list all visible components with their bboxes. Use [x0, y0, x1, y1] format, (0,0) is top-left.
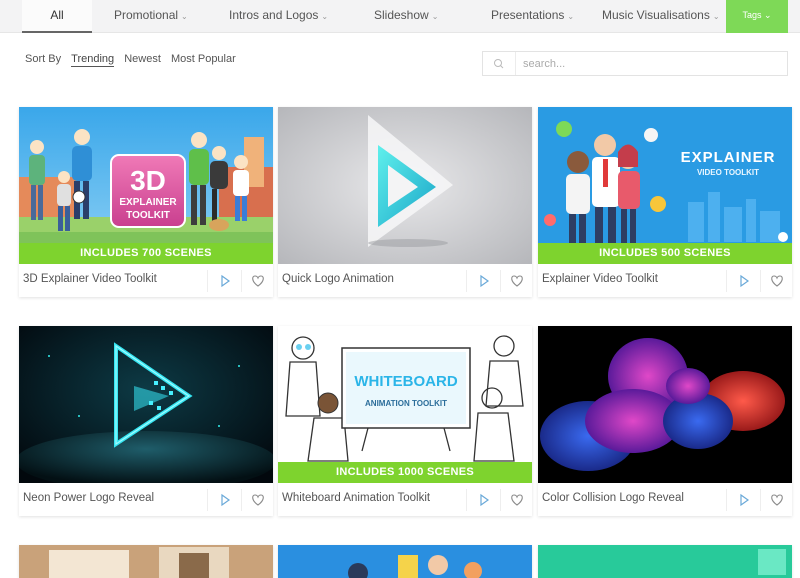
card-thumbnail[interactable]: 3D EXPLAINER TOOLKIT INCLUDES 700 SCENES [19, 107, 273, 264]
scene-count-banner: INCLUDES 700 SCENES [19, 243, 273, 264]
chevron-down-icon: ⌄ [712, 12, 720, 21]
product-card[interactable] [278, 545, 532, 578]
search-input[interactable] [523, 55, 778, 72]
play-icon[interactable] [207, 270, 241, 292]
play-icon[interactable] [207, 489, 241, 511]
sort-option-newest[interactable]: Newest [124, 53, 161, 65]
product-card[interactable]: Color Collision Logo Reveal [538, 326, 792, 516]
sort-by-label: Sort By [25, 53, 62, 65]
heart-icon[interactable] [241, 270, 273, 292]
nav-tab-slideshow[interactable]: Slideshow ⌄ [374, 0, 438, 33]
nav-tab-label: Promotional [114, 8, 179, 22]
nav-tab-label: Slideshow [374, 8, 429, 22]
product-card[interactable]: EXPLAINER VIDEO TOOLKIT INCLUDES 500 SCE… [538, 107, 792, 297]
chevron-down-icon: ⌄ [321, 12, 329, 21]
card-title[interactable]: Whiteboard Animation Toolkit [282, 492, 430, 504]
card-footer: Color Collision Logo Reveal [538, 483, 792, 516]
card-thumbnail[interactable] [278, 107, 532, 264]
nav-tab-promotional[interactable]: Promotional ⌄ [114, 0, 188, 33]
nav-tab-intros-and-logos[interactable]: Intros and Logos ⌄ [229, 0, 328, 33]
scene-count-banner: INCLUDES 500 SCENES [538, 243, 792, 264]
chevron-down-icon: ⌄ [181, 12, 188, 21]
card-footer: Neon Power Logo Reveal [19, 483, 273, 516]
product-card[interactable]: Neon Power Logo Reveal [19, 326, 273, 516]
thumb-title-video-toolkit: VIDEO TOOLKIT [697, 168, 759, 177]
thumb-title-explainer: EXPLAINER [119, 197, 177, 208]
product-card[interactable] [538, 545, 792, 578]
nav-tab-label: Presentations [491, 8, 565, 22]
category-nav: All Promotional ⌄ Intros and Logos ⌄ Slide… [0, 0, 800, 33]
card-thumbnail[interactable] [19, 545, 273, 578]
card-thumbnail[interactable] [538, 326, 792, 483]
scene-count-banner: INCLUDES 1000 SCENES [278, 462, 532, 483]
card-footer: Whiteboard Animation Toolkit [278, 483, 532, 516]
card-title[interactable]: Explainer Video Toolkit [542, 273, 658, 285]
nav-tab-all[interactable]: All [22, 0, 92, 33]
thumb-title-explainer: EXPLAINER [681, 149, 776, 166]
card-thumbnail[interactable]: EXPLAINER VIDEO TOOLKIT INCLUDES 500 SCE… [538, 107, 792, 264]
nav-tab-presentations[interactable]: Presentations ⌄ [491, 0, 574, 33]
nav-tab-label: Intros and Logos [229, 8, 319, 22]
heart-icon[interactable] [241, 489, 273, 511]
card-title[interactable]: Neon Power Logo Reveal [23, 492, 154, 504]
thumb-title-toolkit: TOOLKIT [126, 210, 170, 221]
search-box [482, 51, 788, 76]
card-thumbnail[interactable] [538, 545, 792, 578]
sort-option-most-popular[interactable]: Most Popular [171, 53, 236, 65]
sort-option-trending[interactable]: Trending [71, 53, 115, 67]
card-title[interactable]: Quick Logo Animation [282, 273, 394, 285]
heart-icon[interactable] [500, 489, 532, 511]
chevron-down-icon: ⌄ [763, 10, 772, 20]
chevron-down-icon: ⌄ [431, 12, 439, 21]
card-footer: Explainer Video Toolkit [538, 264, 792, 297]
card-thumbnail[interactable]: WHITEBOARD ANIMATION TOOLKIT INCLUDES 10… [278, 326, 532, 483]
play-icon[interactable] [726, 489, 760, 511]
heart-icon[interactable] [760, 489, 792, 511]
product-card[interactable]: WHITEBOARD ANIMATION TOOLKIT INCLUDES 10… [278, 326, 532, 516]
product-card[interactable]: Quick Logo Animation [278, 107, 532, 297]
card-thumbnail[interactable] [19, 326, 273, 483]
thumb-title-whiteboard: WHITEBOARD [354, 373, 457, 390]
play-icon[interactable] [466, 489, 500, 511]
thumb-title-3d: 3D [130, 165, 166, 196]
thumb-title-animation-toolkit: ANIMATION TOOLKIT [365, 399, 447, 408]
heart-icon[interactable] [760, 270, 792, 292]
product-card[interactable]: 3D EXPLAINER TOOLKIT INCLUDES 700 SCENES… [19, 107, 273, 297]
card-footer: 3D Explainer Video Toolkit [19, 264, 273, 297]
card-footer: Quick Logo Animation [278, 264, 532, 297]
card-thumbnail[interactable] [278, 545, 532, 578]
product-card[interactable] [19, 545, 273, 578]
nav-tab-label: Music Visualisations [602, 8, 710, 22]
play-icon[interactable] [466, 270, 500, 292]
search-icon[interactable] [483, 52, 516, 75]
card-title[interactable]: Color Collision Logo Reveal [542, 492, 684, 504]
chevron-down-icon: ⌄ [567, 12, 575, 21]
card-title[interactable]: 3D Explainer Video Toolkit [23, 273, 157, 285]
play-icon[interactable] [726, 270, 760, 292]
heart-icon[interactable] [500, 270, 532, 292]
nav-tab-music-visualisations[interactable]: Music Visualisations ⌄ [602, 0, 720, 33]
nav-tab-label: All [50, 8, 64, 22]
tags-dropdown-button[interactable]: Tags ⌄ [726, 0, 788, 33]
tags-label: Tags [742, 10, 762, 20]
sort-bar: Sort By Trending Newest Most Popular [25, 53, 243, 67]
